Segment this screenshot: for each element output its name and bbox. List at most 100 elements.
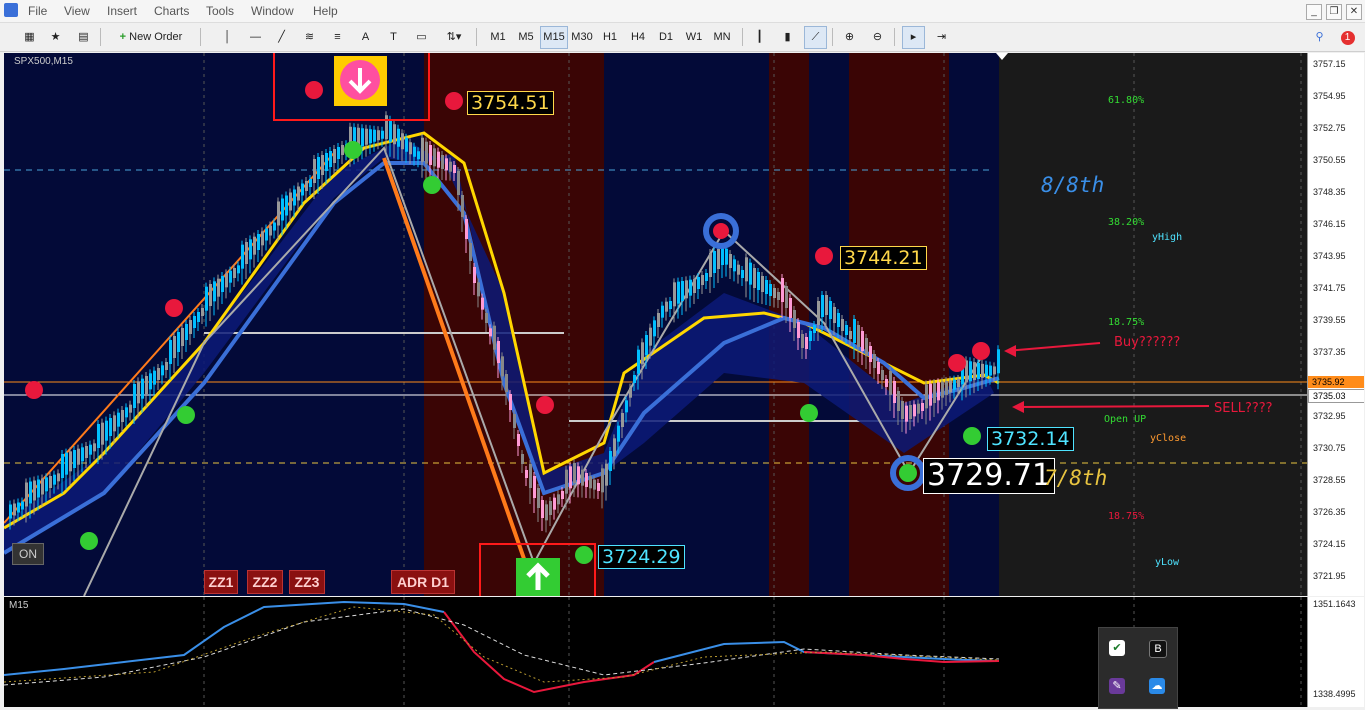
menu-tools[interactable]: Tools bbox=[206, 4, 234, 18]
timeframe-h4[interactable]: H4 bbox=[624, 26, 652, 49]
auto-scroll-icon[interactable]: ▸ bbox=[902, 26, 925, 49]
timeframe-m1[interactable]: M1 bbox=[484, 26, 512, 49]
open-up-label: Open UP bbox=[1104, 414, 1147, 425]
candle-body bbox=[217, 278, 220, 297]
feather-icon[interactable]: ✎ bbox=[1109, 678, 1125, 694]
candle-body bbox=[737, 264, 740, 275]
bull-zone-bg bbox=[949, 53, 999, 596]
search-icon[interactable]: ⚲ bbox=[1308, 26, 1331, 49]
menu-file[interactable]: File bbox=[28, 4, 47, 18]
candle-body bbox=[97, 424, 100, 448]
notifications-icon[interactable]: 1 bbox=[1336, 26, 1359, 49]
text-label-icon[interactable]: T bbox=[382, 26, 405, 49]
cursor-line-icon[interactable]: │ bbox=[216, 26, 239, 49]
candle-body bbox=[405, 137, 408, 152]
candle-body bbox=[545, 504, 548, 521]
timeframe-m5[interactable]: M5 bbox=[512, 26, 540, 49]
price-axis-tick: 3743.95 bbox=[1313, 251, 1346, 261]
candle-body bbox=[621, 413, 624, 427]
candle-body bbox=[373, 129, 376, 142]
signal-green-dot bbox=[423, 176, 441, 194]
rectangle-icon[interactable]: ▭ bbox=[410, 26, 433, 49]
candle-body bbox=[565, 469, 568, 494]
candle-body bbox=[213, 281, 216, 302]
candle-body bbox=[945, 381, 948, 395]
candle-body bbox=[237, 265, 240, 274]
indicator-axis: 1351.1643 1338.4995 bbox=[1307, 597, 1364, 707]
profiles-icon[interactable]: ★ bbox=[44, 26, 67, 49]
price-label-high-a: 3754.51 bbox=[467, 91, 554, 115]
candle-body bbox=[429, 145, 432, 165]
zz2-button[interactable]: ZZ2 bbox=[247, 570, 283, 594]
candle-body bbox=[649, 327, 652, 346]
market-watch-icon[interactable]: ▤ bbox=[72, 26, 95, 49]
signal-green-dot bbox=[963, 427, 981, 445]
chart-shift-icon[interactable]: ⇥ bbox=[930, 26, 953, 49]
candle-body bbox=[497, 341, 500, 363]
channel-icon[interactable]: ≋ bbox=[298, 26, 321, 49]
timeframe-h1[interactable]: H1 bbox=[596, 26, 624, 49]
menu-charts[interactable]: Charts bbox=[154, 4, 189, 18]
bar-chart-icon[interactable]: ┃ bbox=[748, 26, 771, 49]
candle-body bbox=[653, 320, 656, 337]
line-chart-icon[interactable]: ⟋ bbox=[804, 26, 827, 49]
candle-body bbox=[801, 334, 804, 348]
signal-green-dot bbox=[575, 546, 593, 564]
app-b-icon[interactable]: B bbox=[1149, 640, 1167, 658]
restore-button[interactable]: ❐ bbox=[1326, 4, 1342, 20]
fib-38-label: 38.20% bbox=[1108, 217, 1145, 228]
timeframe-m30[interactable]: M30 bbox=[568, 26, 596, 49]
text-icon[interactable]: A bbox=[354, 26, 377, 49]
candle-body bbox=[61, 454, 64, 478]
new-order-button[interactable]: + New Order bbox=[108, 26, 194, 49]
close-button[interactable]: ✕ bbox=[1346, 4, 1362, 20]
new-chart-icon[interactable]: ▦ bbox=[18, 26, 41, 49]
signal-red-dot bbox=[445, 92, 463, 110]
candlestick-icon[interactable]: ▮ bbox=[776, 26, 799, 49]
candle-body bbox=[501, 356, 504, 377]
indicator-axis-top: 1351.1643 bbox=[1313, 599, 1356, 609]
zoom-out-icon[interactable]: ⊖ bbox=[866, 26, 889, 49]
candle-body bbox=[165, 362, 168, 370]
candle-body bbox=[77, 448, 80, 465]
zoom-in-icon[interactable]: ⊕ bbox=[838, 26, 861, 49]
zz1-button[interactable]: ZZ1 bbox=[204, 570, 238, 594]
timeframe-d1[interactable]: D1 bbox=[652, 26, 680, 49]
candle-body bbox=[157, 368, 160, 380]
candle-body bbox=[857, 325, 860, 347]
shield-check-icon[interactable]: ✔ bbox=[1109, 640, 1125, 656]
candle-body bbox=[781, 278, 784, 302]
candle-body bbox=[45, 477, 48, 492]
price-chart[interactable]: SPX500,M15 3754.51 3744.21 3724.29 3732.… bbox=[4, 53, 1364, 596]
candle-body bbox=[949, 380, 952, 393]
arrows-dropdown-icon[interactable]: ⇅▾ bbox=[438, 26, 470, 49]
zz3-button[interactable]: ZZ3 bbox=[289, 570, 325, 594]
candle-body bbox=[285, 195, 288, 216]
timeframe-mn[interactable]: MN bbox=[708, 26, 736, 49]
candle-body bbox=[925, 384, 928, 409]
menu-help[interactable]: Help bbox=[313, 4, 338, 18]
candle-body bbox=[505, 374, 508, 392]
price-axis-tick: 3746.15 bbox=[1313, 219, 1346, 229]
adr-d1-button[interactable]: ADR D1 bbox=[391, 570, 455, 594]
cloud-icon[interactable]: ☁ bbox=[1149, 678, 1165, 694]
menu-window[interactable]: Window bbox=[251, 4, 294, 18]
timeframe-w1[interactable]: W1 bbox=[680, 26, 708, 49]
timeframe-m15[interactable]: M15 bbox=[540, 26, 568, 49]
price-axis-tick: 3724.15 bbox=[1313, 539, 1346, 549]
candle-body bbox=[873, 354, 876, 368]
candle-body bbox=[489, 328, 492, 337]
candle-body bbox=[421, 137, 424, 162]
candle-body bbox=[149, 373, 152, 390]
fib-61-label: 61.80% bbox=[1108, 95, 1145, 106]
price-label-high-b: 3744.21 bbox=[840, 246, 927, 270]
on-toggle[interactable]: ON bbox=[12, 543, 44, 565]
price-axis-tick: 3732.95 bbox=[1313, 411, 1346, 421]
fib-18-down-label: 18.75% bbox=[1108, 511, 1145, 522]
minimize-button[interactable]: _ bbox=[1306, 4, 1322, 20]
menu-view[interactable]: View bbox=[64, 4, 90, 18]
menu-insert[interactable]: Insert bbox=[107, 4, 137, 18]
fibo-icon[interactable]: ≡ bbox=[326, 26, 349, 49]
trendline-icon[interactable]: ╱ bbox=[270, 26, 293, 49]
horizontal-line-icon[interactable]: — bbox=[244, 26, 267, 49]
